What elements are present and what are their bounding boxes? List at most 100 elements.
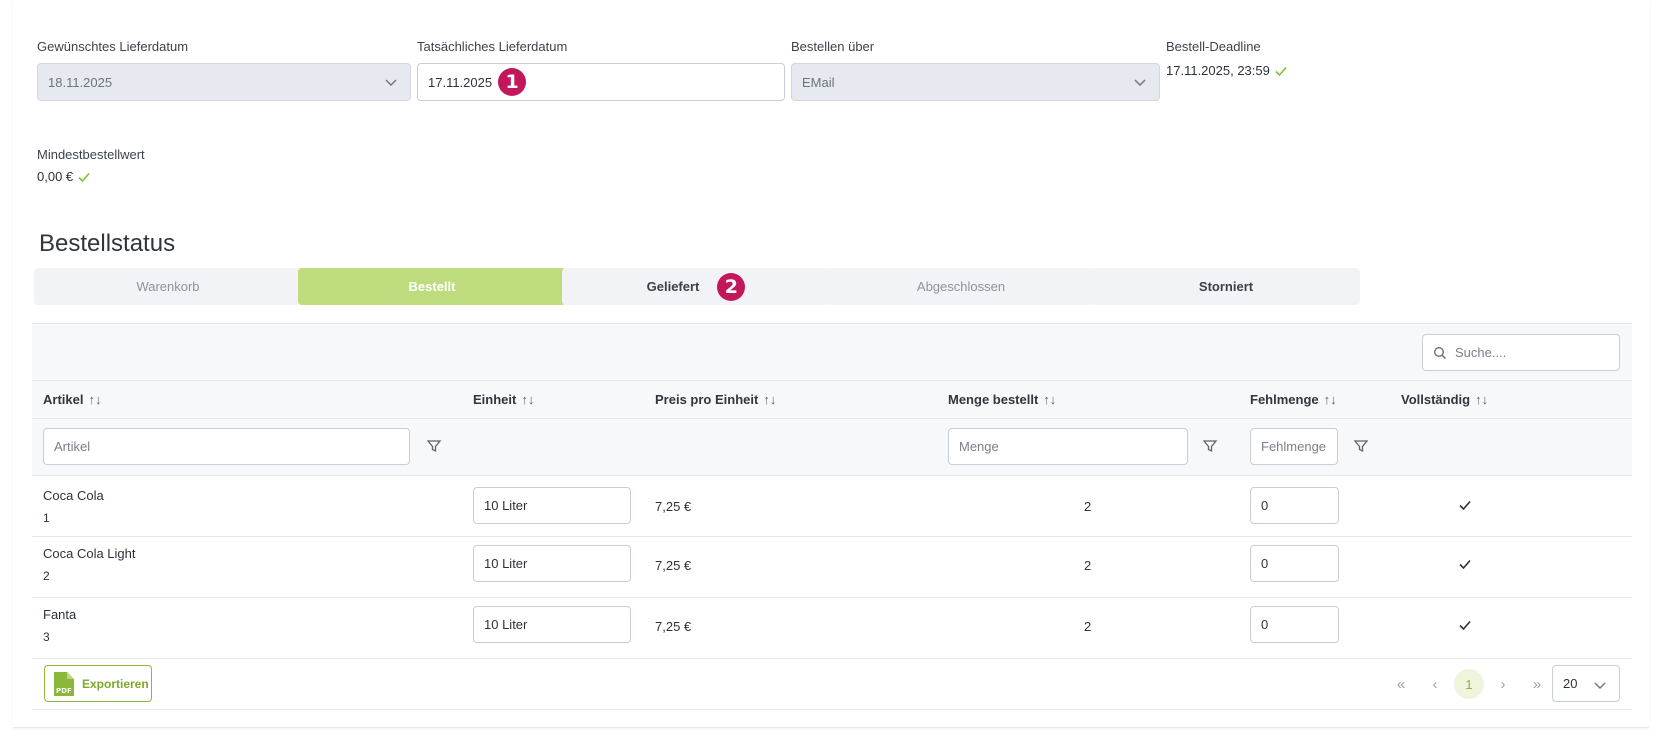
check-icon [1459, 559, 1471, 570]
search-placeholder: Suche.... [1455, 345, 1507, 360]
sort-icon: ↑↓ [1323, 392, 1337, 407]
missing-input[interactable]: 0 [1250, 487, 1339, 524]
col-label: Fehlmenge [1250, 392, 1319, 407]
price-value: 7,25 € [655, 619, 692, 634]
status-geliefert-button[interactable]: Geliefert 2 [562, 268, 830, 305]
sort-icon: ↑↓ [763, 392, 777, 407]
min-order-label: Mindestbestellwert [37, 147, 145, 162]
page-1-button[interactable]: 1 [1454, 669, 1484, 699]
sort-icon: ↑↓ [1043, 392, 1057, 407]
pdf-file-icon: PDF [54, 671, 74, 696]
filter-icon[interactable] [1353, 438, 1369, 454]
deadline-value: 17.11.2025, 23:59 [1166, 63, 1270, 78]
missing-value: 0 [1261, 617, 1269, 632]
order-via-label: Bestellen über [791, 39, 875, 54]
search-icon [1433, 346, 1447, 359]
search-input[interactable]: Suche.... [1422, 334, 1620, 371]
deadline-label: Bestell-Deadline [1166, 39, 1261, 54]
order-via-select[interactable]: EMail [791, 63, 1160, 101]
missing-input[interactable]: 0 [1250, 545, 1339, 582]
min-order-value-wrap: 0,00 € [37, 169, 91, 184]
desired-date-select[interactable]: 18.11.2025 [37, 63, 411, 101]
missing-input[interactable]: 0 [1250, 606, 1339, 643]
status-bestellt-button[interactable]: Bestellt [298, 268, 566, 305]
unit-value: 10 Liter [484, 617, 528, 632]
missing-value: 0 [1261, 556, 1269, 571]
unit-select[interactable]: 10 Liter [473, 487, 631, 524]
table-row: Coca Cola Light 2 10 Liter 7,25 € 2 0 [32, 537, 1632, 598]
table-footer: PDF Exportieren « ‹ 1 › » 20 [32, 660, 1632, 710]
table-row: Fanta 3 10 Liter 7,25 € 2 0 [32, 598, 1632, 659]
check-icon [1459, 620, 1471, 631]
prev-page-button[interactable]: ‹ [1420, 669, 1450, 699]
qty-value: 2 [1084, 619, 1092, 634]
placeholder: Fehlmenge [1261, 439, 1327, 454]
check-icon [1275, 66, 1287, 76]
sort-icon: ↑↓ [521, 392, 535, 407]
next-page-button[interactable]: › [1488, 669, 1518, 699]
unit-select[interactable]: 10 Liter [473, 606, 631, 643]
article-name: Coca Cola [43, 488, 104, 503]
col-label: Einheit [473, 392, 517, 407]
check-icon [1459, 500, 1471, 511]
article-id: 2 [43, 569, 50, 583]
menge-filter-input[interactable]: Menge [948, 428, 1188, 465]
col-menge[interactable]: Menge bestellt ↑↓ [948, 392, 1056, 407]
unit-value: 10 Liter [484, 556, 528, 571]
page-size-value: 20 [1563, 676, 1578, 691]
deadline-value-wrap: 17.11.2025, 23:59 [1166, 63, 1288, 78]
actual-date-input[interactable]: 17.11.2025 1 [417, 63, 785, 101]
actual-date-value: 17.11.2025 [428, 74, 493, 90]
col-label: Menge bestellt [948, 392, 1039, 407]
desired-date-label: Gewünschtes Lieferdatum [37, 39, 189, 54]
status-label: Storniert [1198, 279, 1254, 294]
check-icon [78, 172, 90, 182]
col-label: Preis pro Einheit [655, 392, 759, 407]
export-button[interactable]: PDF Exportieren [44, 665, 152, 702]
actual-date-label: Tatsächliches Lieferdatum [417, 39, 568, 54]
annotation-badge-2: 2 [717, 272, 746, 301]
col-preis[interactable]: Preis pro Einheit ↑↓ [655, 392, 776, 407]
status-abgeschlossen-button[interactable]: Abgeschlossen [827, 268, 1095, 305]
price-value: 7,25 € [655, 499, 692, 514]
first-page-button[interactable]: « [1386, 669, 1416, 699]
export-label: Exportieren [82, 676, 149, 691]
placeholder: Artikel [54, 439, 91, 454]
placeholder: Menge [959, 439, 999, 454]
artikel-filter-input[interactable]: Artikel [43, 428, 410, 465]
table-header: Artikel ↑↓ Einheit ↑↓ Preis pro Einheit ↑↓ … [32, 381, 1632, 419]
article-id: 1 [43, 511, 50, 525]
last-page-button[interactable]: » [1522, 669, 1552, 699]
table-toolbar: Suche.... [32, 323, 1632, 381]
col-vollstaendig[interactable]: Vollständig ↑↓ [1401, 392, 1488, 407]
sort-icon: ↑↓ [1475, 392, 1489, 407]
chevron-down-icon [1594, 682, 1606, 689]
col-fehlmenge[interactable]: Fehlmenge ↑↓ [1250, 392, 1337, 407]
desired-date-value: 18.11.2025 [48, 74, 113, 90]
pdf-label: PDF [56, 687, 72, 695]
chevron-down-icon [1134, 79, 1146, 86]
table-row: Coca Cola 1 10 Liter 7,25 € 2 0 [32, 476, 1632, 537]
missing-value: 0 [1261, 498, 1269, 513]
article-id: 3 [43, 630, 50, 644]
page-size-select[interactable]: 20 [1552, 665, 1620, 702]
filter-icon[interactable] [426, 438, 442, 454]
unit-select[interactable]: 10 Liter [473, 545, 631, 582]
filter-icon[interactable] [1202, 438, 1218, 454]
col-artikel[interactable]: Artikel ↑↓ [43, 392, 101, 407]
qty-value: 2 [1084, 558, 1092, 573]
order-via-value: EMail [802, 74, 835, 90]
status-label: Geliefert [646, 279, 700, 294]
status-label: Warenkorb [136, 279, 200, 294]
status-label: Abgeschlossen [916, 279, 1006, 294]
article-name: Fanta [43, 607, 77, 622]
status-label: Bestellt [408, 279, 456, 294]
min-order-value: 0,00 € [37, 169, 74, 184]
article-name: Coca Cola Light [43, 546, 136, 561]
status-warenkorb-button[interactable]: Warenkorb [34, 268, 302, 305]
col-einheit[interactable]: Einheit ↑↓ [473, 392, 534, 407]
status-storniert-button[interactable]: Storniert [1092, 268, 1360, 305]
price-value: 7,25 € [655, 558, 692, 573]
fehlmenge-filter-input[interactable]: Fehlmenge [1250, 428, 1338, 465]
unit-value: 10 Liter [484, 498, 528, 513]
